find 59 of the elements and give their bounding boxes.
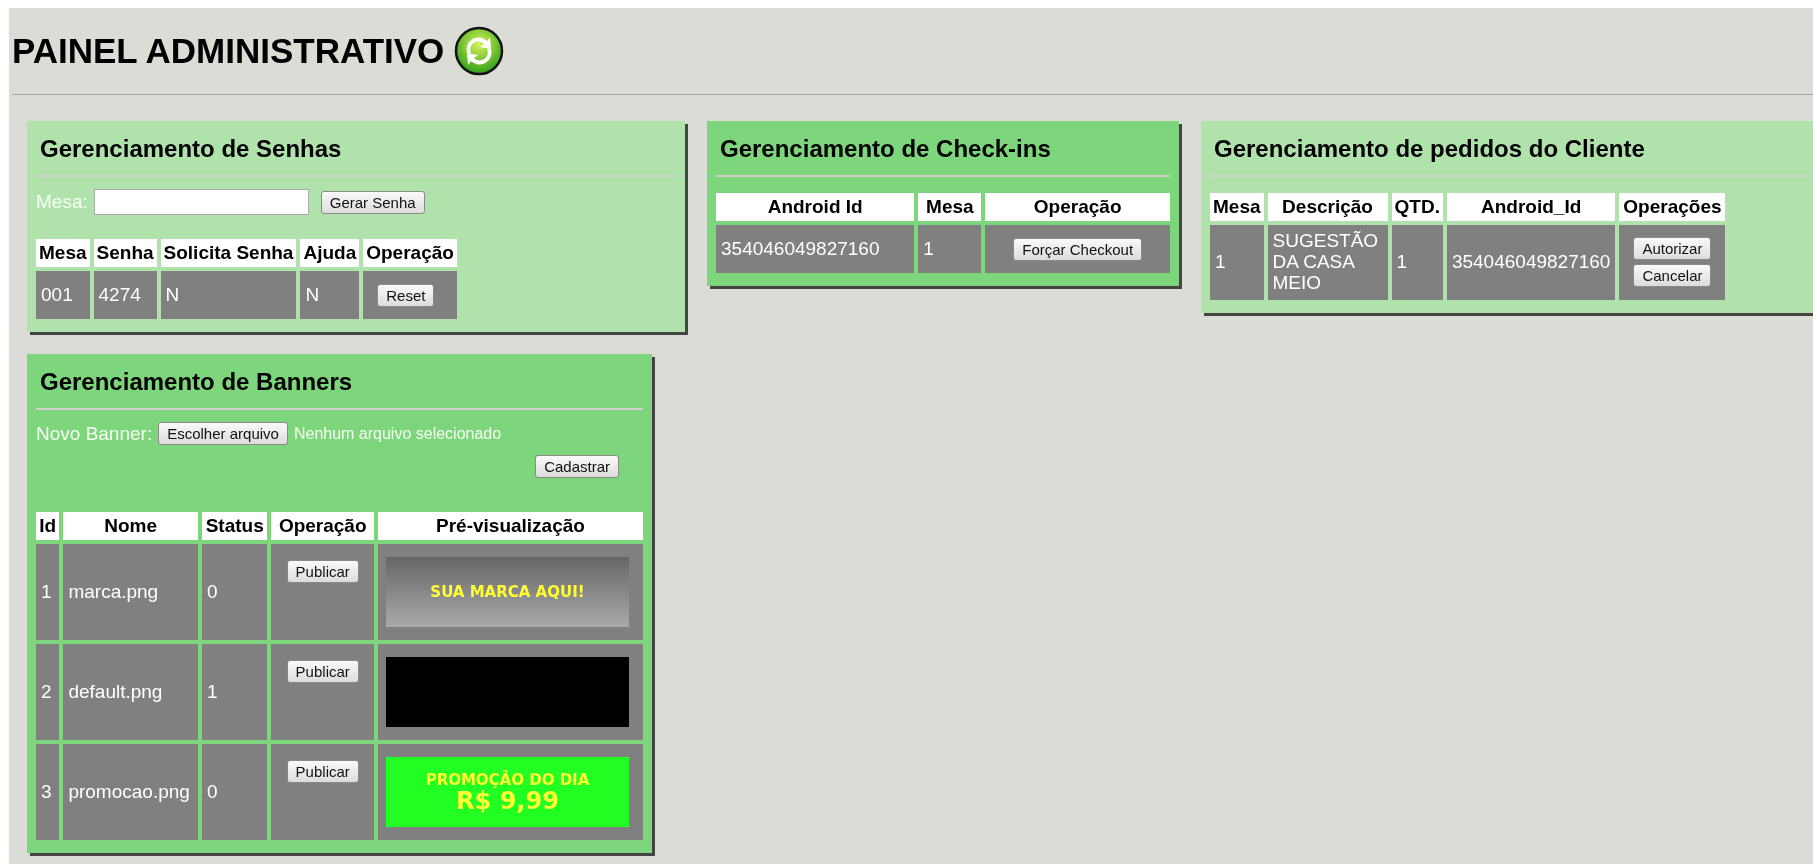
table-cell: SUGESTÃO DA CASA MEIO bbox=[1267, 225, 1388, 300]
column-header: Operações bbox=[1619, 193, 1726, 221]
reset-button[interactable]: Reset bbox=[377, 283, 435, 307]
column-header: Id bbox=[36, 512, 60, 540]
table-cell: 354046049827160 bbox=[1446, 225, 1616, 300]
table-cell: default.png bbox=[63, 644, 198, 740]
choose-file-button[interactable]: Escolher arquivo bbox=[158, 422, 288, 445]
table-cell: 1 bbox=[36, 544, 60, 640]
table-cell: 4274 bbox=[93, 271, 157, 319]
column-header: Android_Id bbox=[1446, 193, 1616, 221]
column-header: Solicita Senha bbox=[160, 239, 297, 267]
column-header: Pré-visualização bbox=[377, 512, 643, 540]
table-cell: 001 bbox=[36, 271, 90, 319]
table-cell: 1 bbox=[1391, 225, 1443, 300]
table-cell: 2 bbox=[36, 644, 60, 740]
column-header: Mesa bbox=[36, 239, 90, 267]
table-cell: marca.png bbox=[63, 544, 198, 640]
table-cell: 3 bbox=[36, 744, 60, 840]
table-cell: 1 bbox=[1210, 225, 1264, 300]
column-header: Operação bbox=[363, 239, 457, 267]
column-header: Android Id bbox=[716, 193, 915, 221]
column-header: Mesa bbox=[1210, 193, 1264, 221]
field-label: Novo Banner: bbox=[36, 422, 153, 445]
table-number-field[interactable] bbox=[93, 189, 309, 215]
file-status: Nenhum arquivo selecionado bbox=[293, 424, 502, 443]
table-cell: 354046049827160 bbox=[716, 225, 915, 273]
column-header: Senha bbox=[93, 239, 157, 267]
publish-button[interactable]: Publicar bbox=[286, 760, 359, 783]
banner-preview: PROMOÇÃO DO DIA R$ 9,99 bbox=[385, 757, 629, 827]
banner-preview: SUA MARCA AQUI! bbox=[385, 557, 629, 627]
publish-button[interactable]: Publicar bbox=[286, 560, 359, 583]
column-header: Mesa bbox=[918, 193, 982, 221]
table-cell: 1 bbox=[201, 644, 268, 740]
column-header: Operação bbox=[271, 512, 374, 540]
refresh-icon[interactable] bbox=[454, 26, 505, 76]
table-cell: N bbox=[300, 271, 360, 319]
panel-title: Gerenciamento de Check-ins bbox=[719, 134, 1052, 164]
generate-button[interactable]: Gerar Senha bbox=[320, 190, 425, 214]
column-header: Descrição bbox=[1267, 193, 1388, 221]
column-header: Ajuda bbox=[300, 239, 360, 267]
panel-title: Gerenciamento de Senhas bbox=[39, 134, 343, 164]
column-header: Operação bbox=[985, 193, 1170, 221]
field-label: Mesa: bbox=[36, 191, 88, 213]
table-cell: promocao.png bbox=[63, 744, 198, 840]
action-button[interactable]: Autorizar bbox=[1633, 237, 1712, 261]
panel-title: Gerenciamento de Banners bbox=[39, 367, 354, 397]
column-header: QTD. bbox=[1391, 193, 1443, 221]
column-header: Status bbox=[201, 512, 268, 540]
table-cell: 1 bbox=[918, 225, 982, 273]
column-header: Nome bbox=[63, 512, 198, 540]
page-title: PAINEL ADMINISTRATIVO bbox=[12, 31, 445, 71]
table-cell: 0 bbox=[201, 744, 268, 840]
action-button[interactable]: Cancelar bbox=[1633, 264, 1712, 288]
panel-title: Gerenciamento de pedidos do Cliente bbox=[1213, 134, 1646, 164]
publish-button[interactable]: Publicar bbox=[286, 660, 359, 683]
checkout-button[interactable]: Forçar Checkout bbox=[1013, 237, 1143, 261]
table-cell: 0 bbox=[201, 544, 268, 640]
register-button[interactable]: Cadastrar bbox=[535, 455, 619, 478]
table-cell: N bbox=[160, 271, 297, 319]
